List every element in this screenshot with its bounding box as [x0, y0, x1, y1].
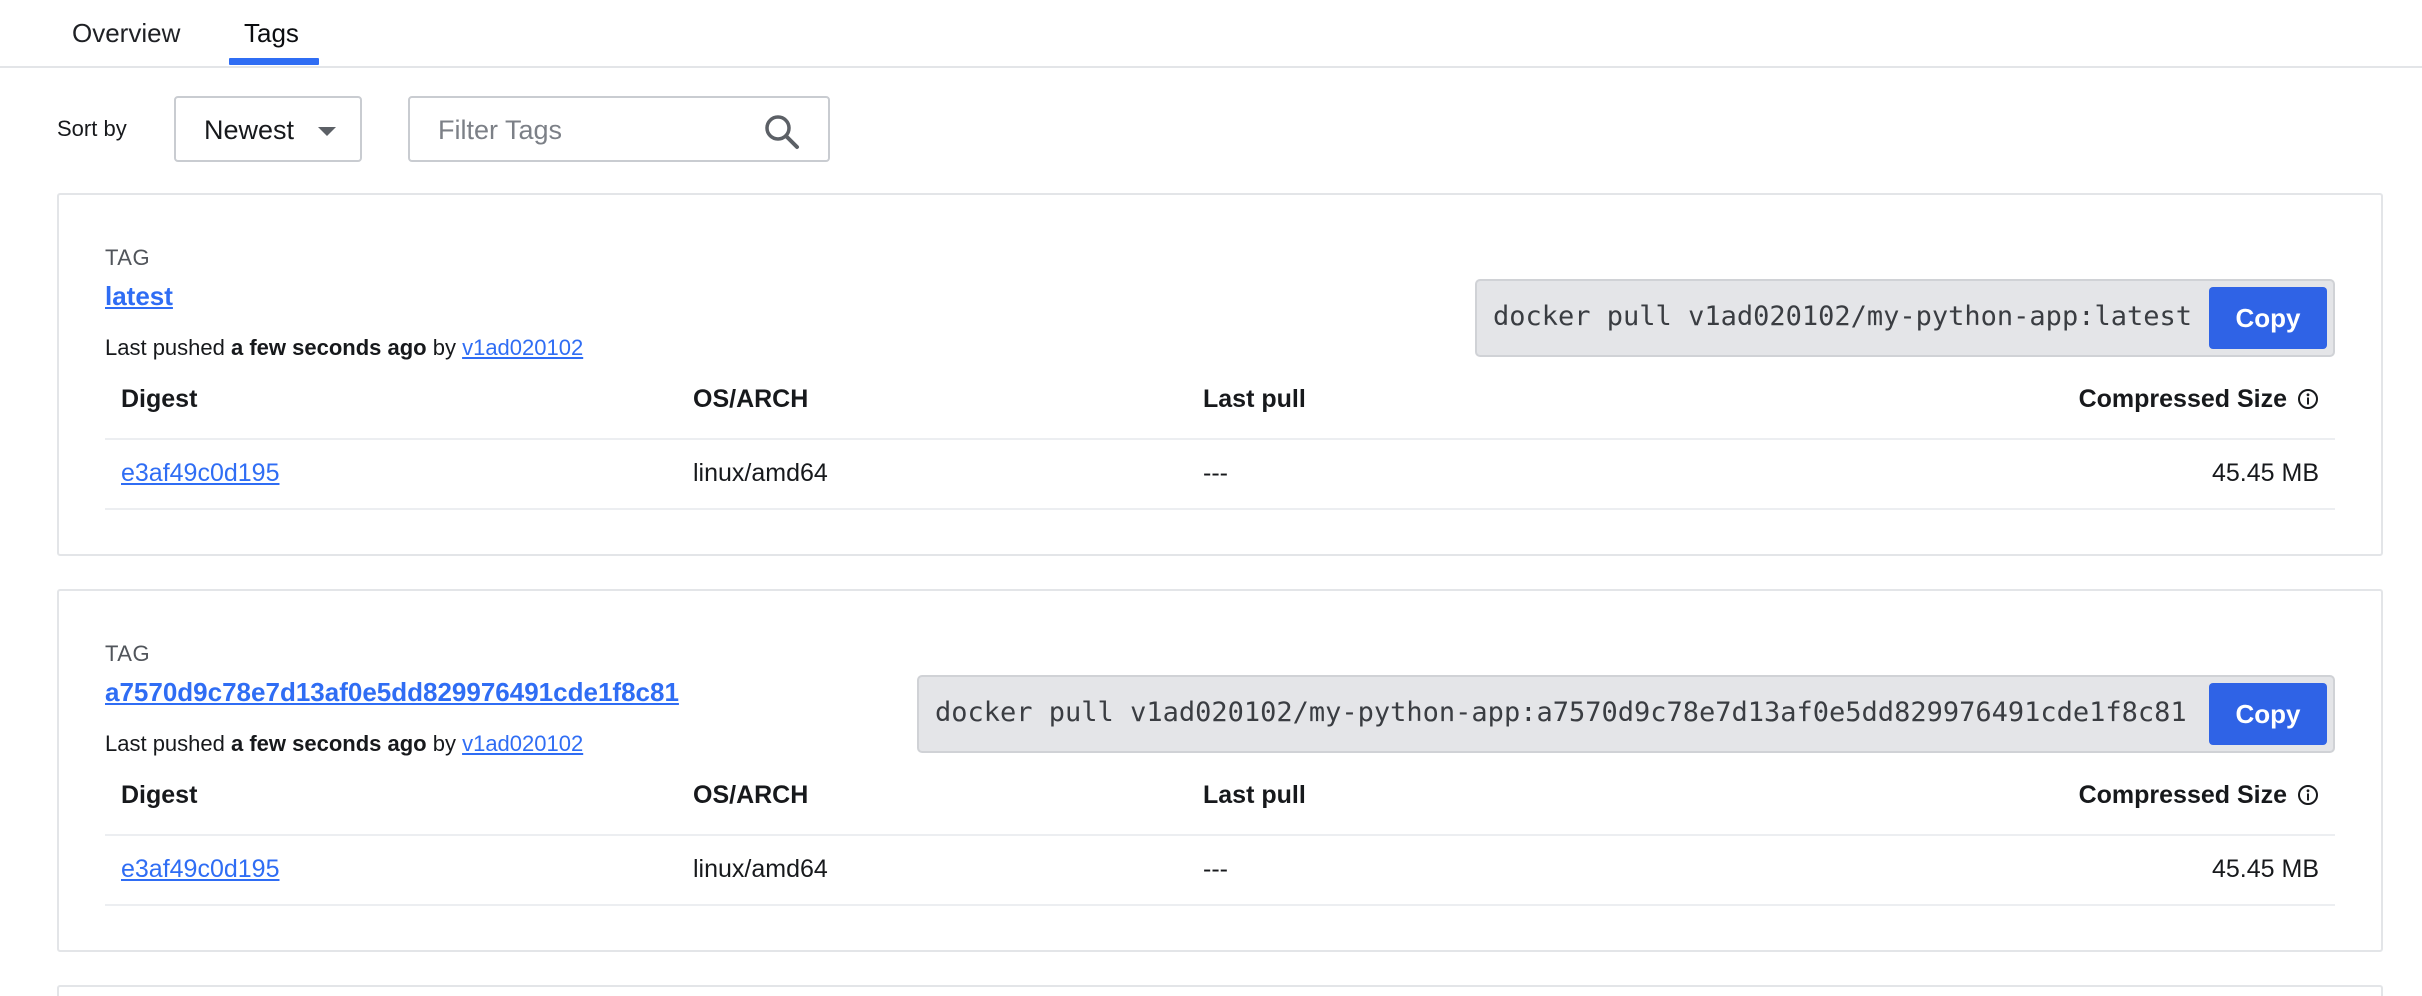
digest-link[interactable]: e3af49c0d195: [121, 855, 279, 884]
os-arch-cell: linux/amd64: [693, 459, 828, 487]
active-tab-indicator: [229, 58, 319, 65]
tag-caption: TAG: [105, 641, 151, 666]
compressed-size-cell: 45.45 MB: [2211, 459, 2319, 487]
filter-tags-input[interactable]: [438, 110, 748, 150]
last-pushed-info: Last pushed a few seconds ago by v1ad020…: [105, 731, 583, 757]
tab-overview[interactable]: Overview: [72, 18, 180, 49]
sort-dropdown[interactable]: Newest: [174, 96, 362, 162]
column-header-compressed-size: Compressed Size: [2079, 781, 2319, 810]
pushed-when: a few seconds ago: [230, 731, 427, 756]
table-divider: [105, 904, 2335, 906]
table-divider: [105, 438, 2335, 440]
pushed-by-user-link[interactable]: v1ad020102: [462, 335, 583, 360]
info-icon[interactable]: [2297, 784, 2319, 806]
chevron-down-icon: [318, 127, 336, 136]
sort-selected-value: Newest: [204, 115, 295, 145]
pull-command-text[interactable]: docker pull v1ad020102/my-python-app:lat…: [1493, 301, 2192, 332]
table-divider: [105, 508, 2335, 510]
digest-link[interactable]: e3af49c0d195: [121, 459, 279, 488]
info-icon[interactable]: [2297, 388, 2319, 410]
pushed-by-word: by: [426, 731, 463, 756]
copy-button[interactable]: Copy: [2209, 287, 2327, 349]
last-pull-cell: ---: [1203, 459, 1228, 487]
tag-name-link[interactable]: latest: [105, 281, 173, 312]
tab-bar: Overview Tags: [0, 0, 2422, 68]
column-header-os-arch: OS/ARCH: [693, 781, 809, 809]
tag-name-link[interactable]: a7570d9c78e7d13af0e5dd829976491cde1f8c81: [105, 677, 679, 708]
search-icon[interactable]: [762, 112, 802, 152]
pull-command-box: docker pull v1ad020102/my-python-app:lat…: [1475, 279, 2335, 357]
tab-tags[interactable]: Tags: [244, 18, 299, 49]
pull-command-text[interactable]: docker pull v1ad020102/my-python-app:a75…: [935, 697, 2187, 728]
pushed-prefix: Last pushed: [105, 335, 231, 360]
compressed-size-label: Compressed Size: [2078, 385, 2287, 413]
column-header-compressed-size: Compressed Size: [2079, 385, 2319, 414]
os-arch-cell: linux/amd64: [693, 855, 828, 883]
column-header-last-pull: Last pull: [1203, 781, 1306, 809]
column-header-digest: Digest: [121, 781, 198, 809]
compressed-size-cell: 45.45 MB: [2211, 855, 2319, 883]
last-pushed-info: Last pushed a few seconds ago by v1ad020…: [105, 335, 583, 361]
sort-label: Sort by: [57, 116, 127, 141]
pushed-when: a few seconds ago: [230, 335, 427, 360]
compressed-size-label: Compressed Size: [2078, 781, 2287, 809]
tag-card: [57, 985, 2383, 996]
pushed-prefix: Last pushed: [105, 731, 231, 756]
column-header-last-pull: Last pull: [1203, 385, 1306, 413]
last-pull-cell: ---: [1203, 855, 1228, 883]
pushed-by-word: by: [426, 335, 463, 360]
pull-command-box: docker pull v1ad020102/my-python-app:a75…: [917, 675, 2335, 753]
table-divider: [105, 834, 2335, 836]
column-header-os-arch: OS/ARCH: [693, 385, 809, 413]
tag-card: TAG latest Last pushed a few seconds ago…: [57, 193, 2383, 556]
pushed-by-user-link[interactable]: v1ad020102: [462, 731, 583, 756]
tag-card: TAG a7570d9c78e7d13af0e5dd829976491cde1f…: [57, 589, 2383, 952]
filter-tags-field: [408, 96, 830, 162]
column-header-digest: Digest: [121, 385, 198, 413]
copy-button[interactable]: Copy: [2209, 683, 2327, 745]
tag-caption: TAG: [105, 245, 151, 270]
